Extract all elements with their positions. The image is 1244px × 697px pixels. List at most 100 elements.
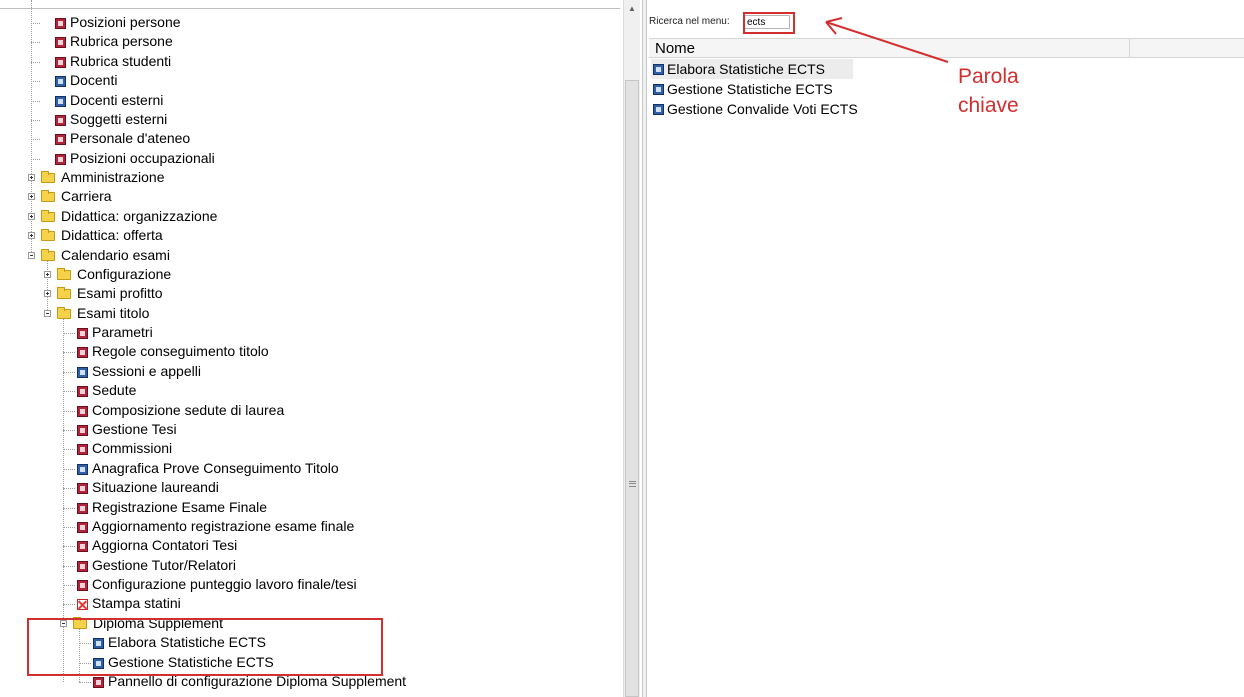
collapse-minus-icon[interactable] xyxy=(44,309,51,317)
folder-icon xyxy=(57,267,71,280)
tree-item-label: Rubrica persone xyxy=(70,33,173,50)
expand-plus-icon[interactable] xyxy=(44,290,51,298)
tree-scrollbar[interactable]: ▲ xyxy=(623,0,640,697)
tree-item-label: Posizioni persone xyxy=(70,14,181,30)
result-row-label: Elabora Statistiche ECTS xyxy=(667,61,825,77)
expand-plus-icon[interactable] xyxy=(28,212,35,220)
red-form-icon xyxy=(77,405,88,417)
tree-connector xyxy=(63,333,75,335)
red-form-icon xyxy=(93,676,104,688)
tree-item-label: Didattica: offerta xyxy=(61,227,163,244)
tree-connector xyxy=(31,119,40,121)
search-result-pane: Ricerca nel menu: Nome Elabora Statistic… xyxy=(647,0,1244,697)
tree-item-label: Commissioni xyxy=(92,440,173,457)
red-form-icon xyxy=(77,483,88,495)
folder-icon xyxy=(41,171,55,184)
red-form-icon xyxy=(55,56,66,68)
tree-connector xyxy=(31,23,40,24)
tree-connector xyxy=(31,61,40,63)
tree-connector xyxy=(31,100,40,102)
tree-item-label: Situazione laureandi xyxy=(92,479,219,496)
tree-connector xyxy=(31,81,40,83)
expand-plus-icon[interactable] xyxy=(28,232,35,240)
scrollbar-grip-icon xyxy=(629,481,636,487)
tree-item-label: Docenti xyxy=(70,72,118,89)
red-form-icon xyxy=(77,347,88,359)
tree-item-label: Gestione Tesi xyxy=(92,420,177,437)
tree-connector xyxy=(63,507,75,509)
tree-connector xyxy=(63,565,75,567)
tree-connector xyxy=(63,449,75,451)
tree-item-label: Composizione sedute di laurea xyxy=(92,401,285,418)
tree-item-label: Configurazione xyxy=(77,265,172,282)
search-label: Ricerca nel menu: xyxy=(649,16,730,27)
tree-item-label: Aggiornamento registrazione esame finale xyxy=(92,517,355,534)
expand-plus-icon[interactable] xyxy=(28,174,35,182)
tree-item-label: Soggetti esterni xyxy=(70,110,168,127)
tree-item-label: Stampa statini xyxy=(92,595,181,612)
menu-search-bar: Ricerca nel menu: xyxy=(647,12,1244,32)
red-form-icon xyxy=(55,18,66,29)
red-form-icon xyxy=(77,386,88,398)
blue-form-icon xyxy=(55,76,66,88)
tree-connector xyxy=(63,526,75,528)
folder-icon xyxy=(41,190,55,203)
tree-item-label: Anagrafica Prove Conseguimento Titolo xyxy=(92,459,339,476)
red-form-icon xyxy=(77,444,88,456)
tree-connector xyxy=(63,429,75,431)
tree-item-label: Didattica: organizzazione xyxy=(61,207,218,224)
column-separator[interactable] xyxy=(1129,39,1130,57)
tree-item-label: Esami profitto xyxy=(77,285,163,302)
red-form-icon xyxy=(77,560,88,572)
scroll-up-arrow-icon[interactable]: ▲ xyxy=(624,0,640,17)
red-form-icon xyxy=(55,37,66,49)
scrollbar-thumb[interactable] xyxy=(625,80,639,697)
red-form-icon xyxy=(77,541,88,553)
red-form-icon xyxy=(55,153,66,165)
red-form-icon xyxy=(77,424,88,436)
blue-form-icon xyxy=(653,84,664,95)
red-form-icon xyxy=(77,521,88,533)
blue-form-icon xyxy=(653,104,664,115)
tree-connector xyxy=(63,585,75,587)
red-form-icon xyxy=(55,114,66,126)
result-row-label: Gestione Statistiche ECTS xyxy=(667,81,833,97)
tree-connector xyxy=(79,681,91,683)
tree-connector xyxy=(31,158,40,160)
tree-item-label: Sedute xyxy=(92,382,137,399)
expand-plus-icon[interactable] xyxy=(28,193,35,201)
menu-tree-pane: Posizioni persone Rubrica persone Rubric… xyxy=(0,0,642,697)
tree-item-label: Personale d'ateneo xyxy=(70,130,191,147)
column-header-nome[interactable]: Nome xyxy=(655,40,695,57)
tree-connector xyxy=(63,604,75,606)
tree-item-label: Calendario esami xyxy=(61,246,170,263)
tree-item-label: Sessioni e appelli xyxy=(92,362,201,379)
tree-connector xyxy=(63,352,75,354)
result-row-elabora-statistiche[interactable]: Elabora Statistiche ECTS xyxy=(651,59,853,79)
folder-icon xyxy=(41,209,55,222)
result-row-label: Gestione Convalide Voti ECTS xyxy=(667,101,858,117)
annotation-line-1: Parola xyxy=(958,65,1019,88)
red-form-icon xyxy=(55,134,66,146)
tree-item-label: Aggiorna Contatori Tesi xyxy=(92,537,238,554)
expand-plus-icon[interactable] xyxy=(44,270,51,278)
red-cross-icon xyxy=(77,599,88,611)
blue-form-icon xyxy=(55,95,66,107)
blue-form-icon xyxy=(77,366,88,378)
tree-connector xyxy=(31,42,40,44)
tree-item-label: Configurazione punteggio lavoro finale/t… xyxy=(92,576,357,593)
red-form-icon xyxy=(77,502,88,514)
tree-item-label: Posizioni occupazionali xyxy=(70,149,215,166)
tree-item-label: Regole conseguimento titolo xyxy=(92,343,269,360)
folder-icon xyxy=(57,287,71,300)
folder-open-icon xyxy=(57,306,71,319)
folder-open-icon xyxy=(41,248,55,261)
annotation-line-2: chiave xyxy=(958,94,1019,117)
collapse-minus-icon[interactable] xyxy=(28,251,35,259)
blue-form-icon xyxy=(653,64,664,75)
tree-item-label: Rubrica studenti xyxy=(70,52,172,69)
results-grid-header: Nome xyxy=(649,38,1244,58)
tree-connector xyxy=(63,410,75,412)
tree-item-label: Registrazione Esame Finale xyxy=(92,498,268,515)
tree-item-label: Carriera xyxy=(61,188,112,205)
